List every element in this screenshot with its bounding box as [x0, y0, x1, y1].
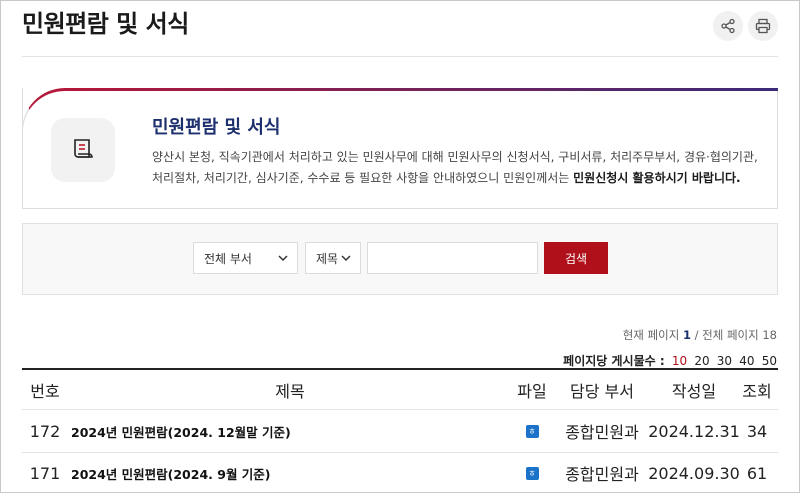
table-row: 172 2024년 민원편람(2024. 12월말 기준) ㅎ 종합민원과 20…	[22, 410, 778, 453]
search-input[interactable]	[367, 242, 538, 274]
row-dept: 종합민원과	[565, 423, 639, 442]
table-row: 171 2024년 민원편람(2024. 9월 기준) ㅎ 종합민원과 2024…	[22, 453, 778, 493]
row-file: ㅎ	[512, 453, 552, 493]
per-page-option-50[interactable]: 50	[762, 354, 777, 368]
header-dept: 담당 부서	[570, 381, 634, 401]
row-title-link[interactable]: 2024년 민원편람(2024. 12월말 기준)	[68, 410, 511, 452]
header-file: 파일	[517, 381, 547, 401]
search-button[interactable]: 검색	[544, 242, 608, 274]
per-page-selector: 페이지당 게시물수 : 10 20 30 40 50	[563, 354, 777, 368]
share-button[interactable]	[713, 11, 743, 41]
header-no: 번호	[30, 381, 60, 401]
row-date: 2024.12.31	[648, 421, 740, 441]
title-divider	[22, 56, 778, 57]
row-views: 34	[746, 421, 768, 441]
share-icon	[721, 18, 735, 34]
intro-heading: 민원편람 및 서식	[152, 117, 281, 138]
hwp-file-icon[interactable]: ㅎ	[525, 466, 539, 480]
row-date: 2024.09.30	[648, 463, 740, 483]
row-dept: 종합민원과	[565, 465, 639, 484]
header-title: 제목	[275, 381, 305, 401]
per-page-option-30[interactable]: 30	[717, 354, 732, 368]
intro-icon-box	[51, 118, 115, 182]
search-field-select[interactable]: 제목	[305, 242, 361, 274]
chevron-down-icon	[278, 255, 288, 262]
document-icon	[74, 139, 93, 158]
header-views: 조회	[742, 381, 772, 401]
page-title: 민원편람 및 서식	[22, 10, 189, 38]
page-info: 현재 페이지 1 / 전체 페이지 18	[622, 328, 777, 342]
hwp-file-icon[interactable]: ㅎ	[525, 424, 539, 438]
intro-description: 양산시 본청, 직속기관에서 처리하고 있는 민원사무에 대해 민원사무의 신청…	[152, 150, 758, 185]
per-page-option-20[interactable]: 20	[694, 354, 709, 368]
row-no: 171	[29, 463, 61, 483]
row-file: ㅎ	[512, 410, 552, 452]
intro-description-emphasis: 민원신청시 활용하시기 바랍니다.	[573, 171, 741, 185]
per-page-option-10[interactable]: 10	[672, 354, 687, 368]
table-header: 번호 제목 파일 담당 부서 작성일 조회	[22, 370, 778, 410]
row-title-link[interactable]: 2024년 민원편람(2024. 9월 기준)	[68, 453, 511, 493]
chevron-down-icon	[341, 255, 351, 262]
per-page-option-40[interactable]: 40	[739, 354, 754, 368]
row-no: 172	[29, 421, 61, 441]
header-date: 작성일	[671, 381, 717, 401]
print-icon	[755, 18, 771, 34]
row-views: 61	[746, 463, 768, 483]
department-select[interactable]: 전체 부서	[193, 242, 298, 274]
intro-accent-line	[70, 88, 778, 91]
print-button[interactable]	[748, 11, 778, 41]
